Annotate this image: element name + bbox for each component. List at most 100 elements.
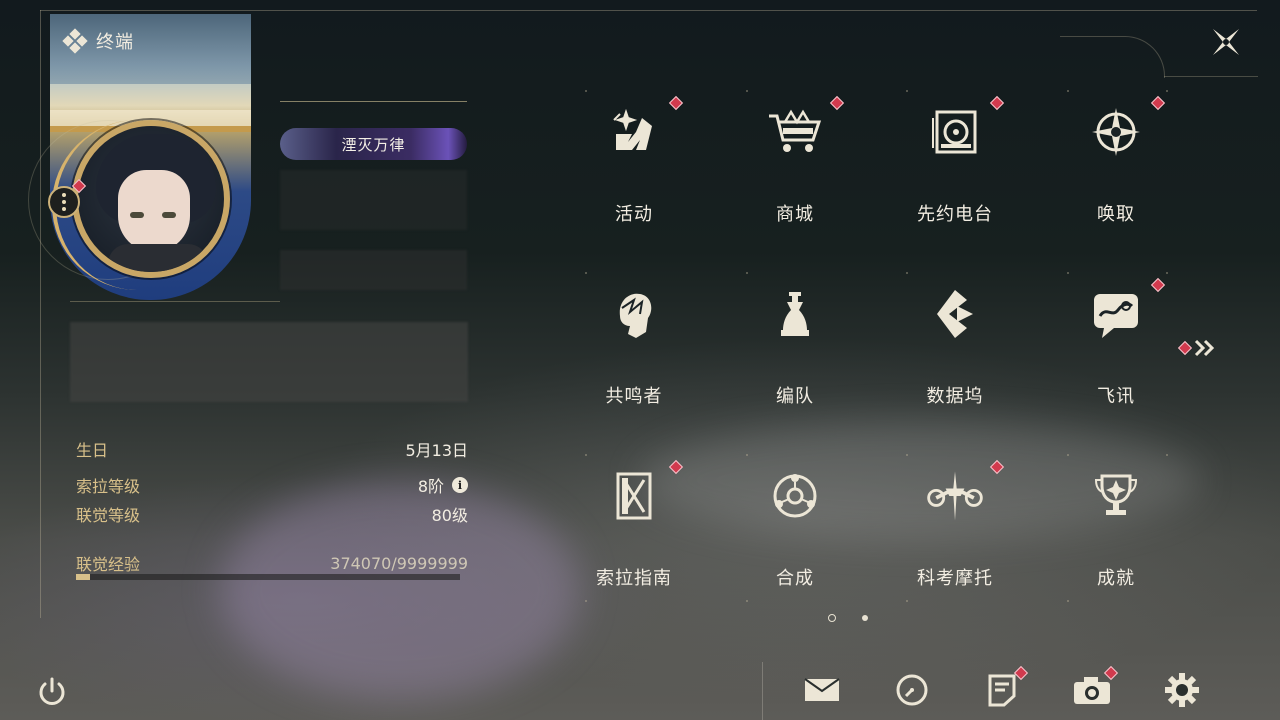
grid-dot bbox=[1067, 272, 1069, 274]
blurred-uid bbox=[280, 250, 467, 290]
camera-icon bbox=[1072, 674, 1112, 706]
exp-progress-bar bbox=[76, 574, 460, 580]
close-icon bbox=[1213, 29, 1239, 55]
blurred-signature[interactable] bbox=[70, 322, 468, 402]
grid-dot bbox=[585, 454, 587, 456]
notice-icon bbox=[987, 673, 1017, 707]
menu-item-message[interactable]: 飞讯 bbox=[1056, 272, 1176, 422]
avatar-eye bbox=[162, 212, 176, 218]
pagination bbox=[828, 614, 868, 622]
stat-union-level: 联觉等级 80级 bbox=[76, 502, 468, 526]
menu-item-motorbike[interactable]: 科考摩托 bbox=[895, 454, 1015, 604]
compass-star-icon bbox=[1084, 100, 1148, 164]
chess-team-icon bbox=[763, 282, 827, 346]
notification-badge bbox=[829, 95, 845, 111]
grid-dot bbox=[746, 90, 748, 92]
gear-icon bbox=[1164, 672, 1200, 708]
notification-badge bbox=[1150, 95, 1166, 111]
stat-birthday: 生日 5月13日 bbox=[76, 437, 468, 461]
grid-dot bbox=[585, 90, 587, 92]
mail-icon bbox=[803, 675, 841, 705]
page-title: 终端 bbox=[96, 32, 134, 53]
stat-value: 5月13日 bbox=[405, 441, 468, 460]
stat-label: 联觉等级 bbox=[76, 506, 141, 525]
mail-button[interactable] bbox=[800, 668, 844, 712]
grid-dot bbox=[906, 272, 908, 274]
grid-dot bbox=[746, 272, 748, 274]
stat-value: 374070/9999999 bbox=[330, 553, 468, 573]
frame-line bbox=[40, 10, 1257, 11]
menu-item-shop-cart[interactable]: 商城 bbox=[735, 90, 855, 240]
activity-icon bbox=[602, 100, 666, 164]
menu-item-label: 成就 bbox=[1097, 568, 1135, 589]
grid-dot bbox=[1067, 600, 1069, 602]
menu-item-trophy[interactable]: 成就 bbox=[1056, 454, 1176, 604]
grid-dot bbox=[1166, 454, 1168, 456]
notification-badge bbox=[1177, 340, 1193, 356]
notification-badge bbox=[1150, 277, 1166, 293]
stat-union-exp: 联觉经验 374070/9999999 bbox=[76, 551, 468, 575]
frame-curve bbox=[1060, 36, 1165, 78]
power-button[interactable] bbox=[30, 670, 74, 714]
message-icon bbox=[1084, 282, 1148, 346]
stat-value: 8阶 i bbox=[418, 473, 468, 497]
menu-item-label: 数据坞 bbox=[926, 386, 984, 407]
shop-cart-icon bbox=[763, 100, 827, 164]
menu-item-label: 商城 bbox=[776, 204, 814, 225]
page-indicator-1[interactable] bbox=[828, 614, 836, 622]
menu-item-label: 飞讯 bbox=[1097, 386, 1135, 407]
grid-dot bbox=[906, 600, 908, 602]
menu-item-chess-team[interactable]: 编队 bbox=[735, 272, 855, 422]
avatar-eye bbox=[130, 212, 144, 218]
title-badge-text: 湮灭万律 bbox=[341, 135, 406, 154]
synthesis-icon bbox=[763, 464, 827, 528]
menu-item-label: 合成 bbox=[776, 568, 814, 589]
camera-button[interactable] bbox=[1070, 665, 1119, 712]
page-header: 终端 bbox=[62, 28, 134, 54]
motorbike-icon bbox=[923, 464, 987, 528]
grid-dot bbox=[1166, 90, 1168, 92]
grid-dot bbox=[585, 600, 587, 602]
avatar[interactable] bbox=[72, 120, 230, 278]
menu-item-label: 先约电台 bbox=[917, 204, 993, 225]
settings-button[interactable] bbox=[1160, 668, 1204, 712]
divider bbox=[70, 301, 280, 302]
menu-item-guide-book[interactable]: 索拉指南 bbox=[574, 454, 694, 604]
menu-item-label: 共鸣者 bbox=[605, 386, 663, 407]
double-chevron-right-icon bbox=[1194, 339, 1215, 357]
menu-item-label: 索拉指南 bbox=[596, 568, 672, 589]
close-button[interactable] bbox=[1206, 22, 1246, 62]
radio-icon bbox=[923, 100, 987, 164]
info-icon[interactable]: i bbox=[452, 477, 468, 493]
menu-item-radio[interactable]: 先约电台 bbox=[895, 90, 1015, 240]
trophy-icon bbox=[1084, 464, 1148, 528]
resonator-head-icon bbox=[602, 282, 666, 346]
next-page-button[interactable] bbox=[1177, 338, 1216, 358]
grid-dot bbox=[906, 454, 908, 456]
bottom-separator bbox=[762, 662, 763, 720]
stat-label: 索拉等级 bbox=[76, 477, 141, 496]
diamond-cluster-icon bbox=[62, 28, 88, 54]
grid-dot bbox=[746, 454, 748, 456]
menu-item-compass-star[interactable]: 唤取 bbox=[1056, 90, 1176, 240]
frame-line bbox=[1164, 76, 1258, 77]
grid-dot bbox=[906, 90, 908, 92]
menu-item-activity[interactable]: 活动 bbox=[574, 90, 694, 240]
stat-value: 80级 bbox=[431, 506, 468, 525]
menu-item-data-dock[interactable]: 数据坞 bbox=[895, 272, 1015, 422]
stat-sola-level: 索拉等级 8阶 i bbox=[76, 473, 468, 497]
grid-dot bbox=[585, 272, 587, 274]
notice-button[interactable] bbox=[980, 665, 1029, 712]
menu-item-label: 编队 bbox=[776, 386, 814, 407]
frame-line bbox=[40, 10, 41, 618]
notification-badge bbox=[989, 95, 1005, 111]
title-badge[interactable]: 湮灭万律 bbox=[280, 128, 467, 160]
menu-item-synthesis[interactable]: 合成 bbox=[735, 454, 855, 604]
more-options-button[interactable] bbox=[48, 186, 80, 218]
clock-button[interactable] bbox=[890, 668, 934, 712]
menu-item-resonator-head[interactable]: 共鸣者 bbox=[574, 272, 694, 422]
grid-dot bbox=[1067, 454, 1069, 456]
more-dots-icon bbox=[62, 193, 66, 211]
page-indicator-2[interactable] bbox=[862, 615, 868, 621]
exp-progress-fill bbox=[76, 574, 91, 580]
